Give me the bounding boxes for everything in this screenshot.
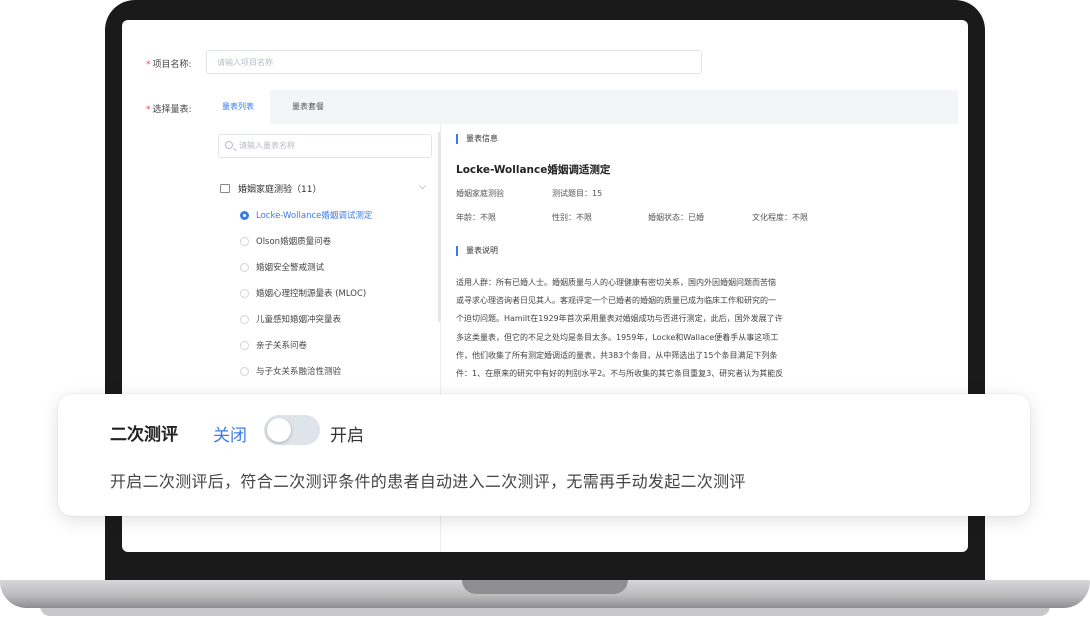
search-icon [225, 141, 233, 149]
description-section-head: 量表说明 [456, 246, 498, 256]
project-name-label: * 项目名称: [146, 60, 192, 70]
radio-icon[interactable] [240, 341, 249, 350]
folder-icon [220, 184, 230, 193]
scale-category: 婚姻家庭测验 [456, 189, 504, 198]
radio-selected-icon[interactable] [240, 211, 249, 220]
question-count: 测试题目：15 [552, 189, 603, 198]
toggle-on-label: 开启 [330, 426, 364, 446]
radio-icon[interactable] [240, 315, 249, 324]
info-section-head: 量表信息 [456, 134, 498, 144]
card-description: 开启二次测评后，符合二次测评条件的患者自动进入二次测评，无需再手动发起二次测评 [110, 472, 746, 491]
select-scale-label: * 选择量表: [146, 105, 192, 115]
radio-icon[interactable] [240, 237, 249, 246]
radio-icon[interactable] [240, 367, 249, 376]
project-name-input[interactable]: 请输入项目名称 [206, 50, 702, 74]
list-scrollbar[interactable] [438, 132, 441, 322]
toggle-off-label: 关闭 [213, 426, 247, 446]
radio-icon[interactable] [240, 263, 249, 272]
scale-search-input[interactable]: 请输入量表名称 [218, 134, 432, 158]
scale-tabs: 量表列表 量表套餐 [206, 90, 958, 124]
education-level: 文化程度：不限 [752, 213, 808, 222]
marital-status: 婚姻状态：已婚 [648, 213, 704, 222]
group-marriage-family[interactable]: 婚姻家庭测验（11） ⌵ [220, 182, 430, 198]
card-title: 二次测评 [110, 425, 178, 445]
toggle-knob [267, 418, 291, 442]
secondary-assessment-card: 二次测评 关闭 开启 开启二次测评后，符合二次测评条件的患者自动进入二次测评，无… [58, 394, 1030, 516]
chevron-down-icon[interactable]: ⌵ [419, 182, 426, 192]
radio-icon[interactable] [240, 289, 249, 298]
secondary-assessment-toggle[interactable] [264, 415, 320, 445]
tab-scale-package[interactable]: 量表套餐 [276, 90, 340, 124]
scale-description: 适用人群：所有已婚人士。婚姻质量与人的心理健康有密切关系，国内外因婚姻问题而苦恼… [456, 278, 784, 379]
tab-scale-list[interactable]: 量表列表 [206, 90, 270, 124]
laptop-base-notch [462, 580, 628, 594]
age-restriction: 年龄：不限 [456, 213, 496, 222]
gender-restriction: 性别：不限 [552, 213, 592, 222]
scale-title: Locke-Wollance婚姻调适测定 [456, 164, 611, 176]
